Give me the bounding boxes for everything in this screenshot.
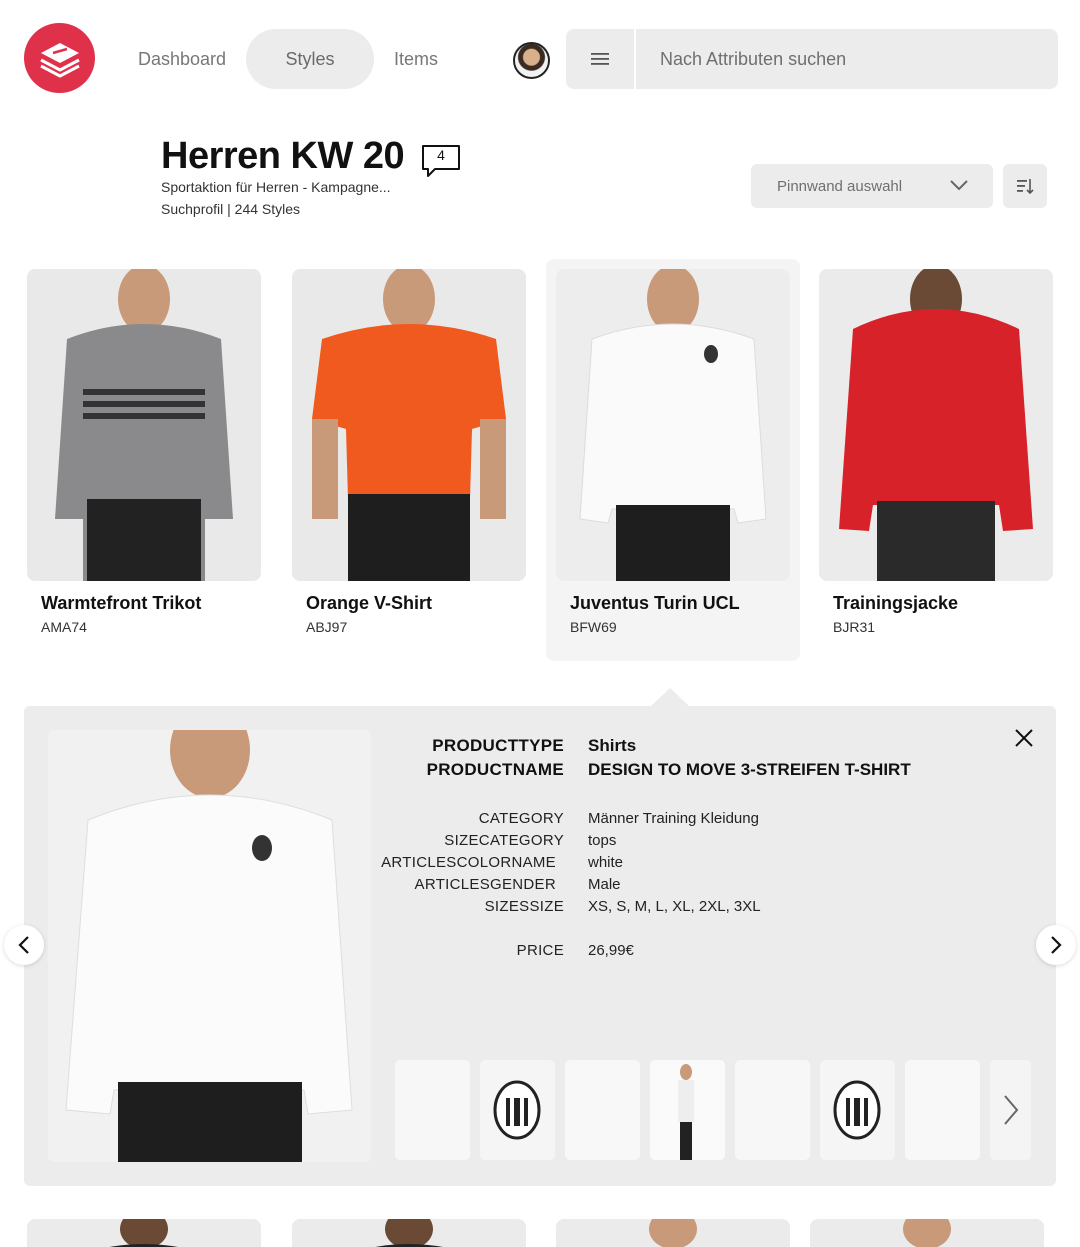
attr-value-producttype: Shirts <box>588 736 637 755</box>
attr-value-category: Männer Training Kleidung <box>588 810 759 827</box>
product-image <box>556 269 790 581</box>
attr-key-sizecategory: SIZECATEGORY <box>444 832 564 849</box>
attr-key-producttype: PRODUCTTYPE <box>432 736 564 755</box>
product-card[interactable]: Warmtefront Trikot AMA74 <box>17 259 271 661</box>
thumbnail-image[interactable] <box>905 1060 980 1160</box>
thumbnail-image[interactable] <box>650 1060 725 1160</box>
detail-pointer <box>651 688 689 706</box>
thumbnail-image[interactable] <box>820 1060 895 1160</box>
sort-button[interactable] <box>1003 164 1047 208</box>
product-card[interactable]: Trainingsjacke BJR31 <box>809 259 1063 661</box>
detail-main-image <box>48 730 371 1162</box>
thumbnail-image[interactable] <box>565 1060 640 1160</box>
product-name: Orange V-Shirt <box>306 593 433 613</box>
nav-dashboard[interactable]: Dashboard <box>124 29 240 89</box>
thumbnail-image[interactable] <box>480 1060 555 1160</box>
attr-value-sizessize: XS, S, M, L, XL, 2XL, 3XL <box>588 898 761 915</box>
product-name: Warmtefront Trikot <box>41 593 202 613</box>
product-card[interactable] <box>556 1219 790 1247</box>
product-name: Juventus Turin UCL <box>570 593 740 613</box>
chevron-down-icon <box>950 180 968 191</box>
thumbnail-next-button[interactable] <box>990 1060 1031 1160</box>
search-input[interactable] <box>636 29 1058 89</box>
thumbnail-strip <box>395 1060 1031 1160</box>
product-card[interactable] <box>27 1219 261 1247</box>
menu-button[interactable] <box>566 29 634 89</box>
pinboard-select-label: Pinnwand auswahl <box>777 177 903 195</box>
comment-count: 4 <box>437 147 445 163</box>
hamburger-icon <box>591 53 609 65</box>
chevron-left-icon <box>18 936 29 954</box>
board-subtitle: Sportaktion für Herren - Kampagne... <box>161 179 391 195</box>
product-card-selected[interactable]: Juventus Turin UCL BFW69 <box>546 259 800 661</box>
product-code: AMA74 <box>41 619 87 635</box>
product-card[interactable]: Orange V-Shirt ABJ97 <box>282 259 536 661</box>
attr-key-price: PRICE <box>516 942 564 959</box>
product-code: BFW69 <box>570 619 617 635</box>
thumbnail-image[interactable] <box>735 1060 810 1160</box>
thumbnail-image[interactable] <box>395 1060 470 1160</box>
product-card[interactable] <box>810 1219 1044 1247</box>
product-code: ABJ97 <box>306 619 348 635</box>
nav-styles-label: Styles <box>285 48 335 69</box>
app-logo[interactable] <box>24 23 95 93</box>
chevron-right-icon <box>1003 1095 1018 1125</box>
attr-value-price: 26,99€ <box>588 942 634 959</box>
nav-items[interactable]: Items <box>378 29 454 89</box>
product-card[interactable] <box>292 1219 526 1247</box>
product-image <box>819 269 1053 581</box>
pinboard-select[interactable]: Pinnwand auswahl <box>751 164 993 208</box>
attr-value-articlesgender: Male <box>588 876 621 893</box>
attr-key-category: CATEGORY <box>478 810 564 827</box>
product-name: Trainingsjacke <box>833 593 959 613</box>
close-icon[interactable] <box>1012 726 1036 750</box>
attr-value-articlescolorname: white <box>588 854 624 871</box>
stack-logo-icon <box>39 43 80 78</box>
attr-value-productname: DESIGN TO MOVE 3-STREIFEN T-SHIRT <box>588 760 911 779</box>
attr-key-articlesgender: ARTICLESGENDER <box>414 876 556 893</box>
user-avatar[interactable] <box>513 42 550 79</box>
attr-key-sizessize: SIZESSIZE <box>484 898 564 915</box>
attr-key-productname: PRODUCTNAME <box>426 760 564 779</box>
board-meta: Suchprofil | 244 Styles <box>161 201 301 217</box>
nav-items-label: Items <box>393 48 438 69</box>
nav-styles[interactable]: Styles <box>246 29 374 89</box>
sort-icon <box>1017 179 1034 195</box>
next-product-button[interactable] <box>1036 925 1076 965</box>
product-detail-panel: PRODUCTTYPE Shirts PRODUCTNAME DESIGN TO… <box>24 706 1056 1186</box>
attr-key-articlescolorname: ARTICLESCOLORNAME <box>381 854 556 871</box>
previous-product-button[interactable] <box>4 925 44 965</box>
product-image <box>27 269 261 581</box>
attr-value-sizecategory: tops <box>588 832 617 849</box>
chevron-right-icon <box>1051 936 1062 954</box>
nav-dashboard-label: Dashboard <box>137 48 227 69</box>
product-code: BJR31 <box>833 619 876 635</box>
page-title: Herren KW 20 <box>161 135 405 177</box>
product-image <box>292 269 526 581</box>
